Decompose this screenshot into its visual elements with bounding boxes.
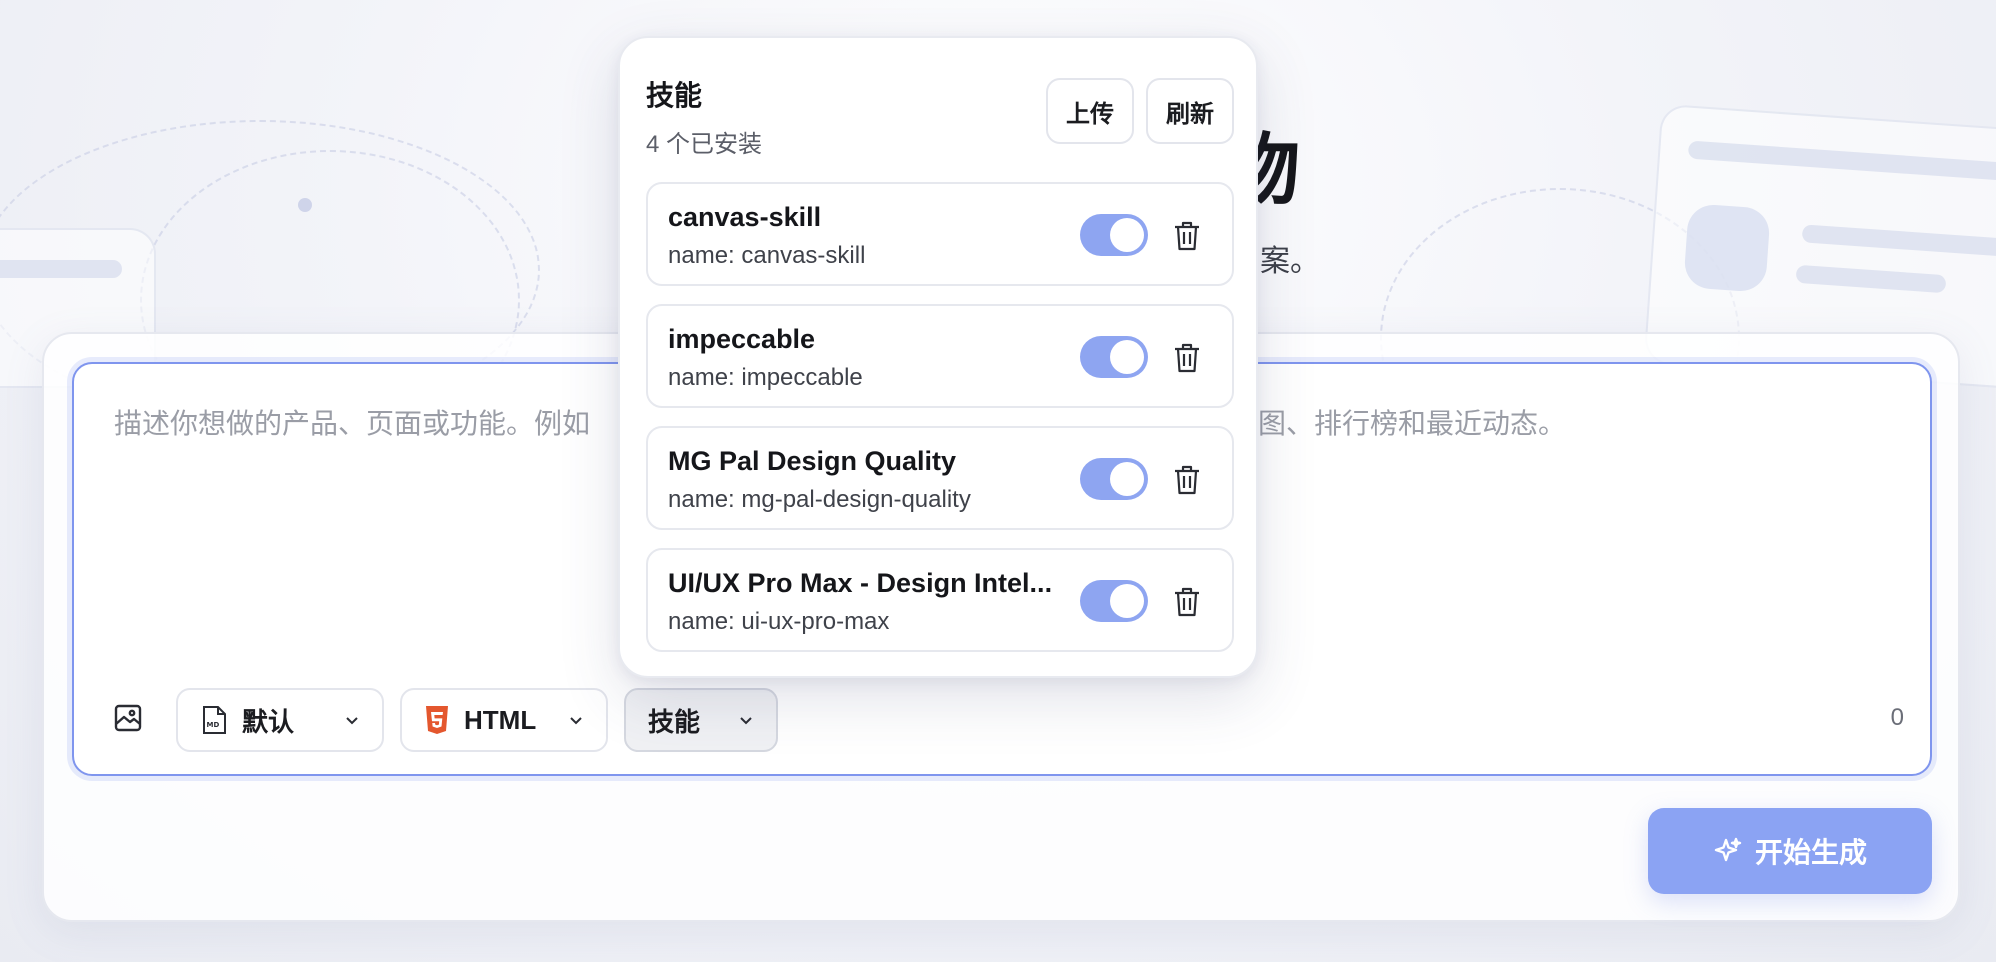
skill-toggle[interactable] <box>1080 214 1148 256</box>
trash-icon[interactable] <box>1172 586 1202 618</box>
skill-item: canvas-skill name: canvas-skill <box>646 182 1234 286</box>
toggle-knob <box>1110 218 1144 252</box>
hero-subtitle: 案。 <box>1260 245 1320 278</box>
skill-name: UI/UX Pro Max - Design Intel... <box>668 568 1053 598</box>
popover-title: 技能 <box>646 80 703 111</box>
trash-icon[interactable] <box>1172 342 1202 374</box>
character-count: 0 <box>1890 704 1904 731</box>
sparkle-icon <box>1714 837 1742 862</box>
trash-icon[interactable] <box>1172 220 1202 252</box>
skill-toggle[interactable] <box>1080 336 1148 378</box>
format-dropdown[interactable]: MD 默认 <box>176 688 384 752</box>
app-stage: 物 案。 描述你想做的产品、页面或功能。例如 图、排行榜和最近动态。 MD 默认… <box>0 0 1996 962</box>
toggle-knob <box>1110 462 1144 496</box>
installed-count: 4 个已安装 <box>646 131 763 158</box>
skill-name: MG Pal Design Quality <box>668 446 957 476</box>
skill-id: name: mg-pal-design-quality <box>668 486 971 513</box>
markdown-file-icon: MD <box>203 706 226 734</box>
chevron-down-icon <box>346 717 358 725</box>
prompt-placeholder-tail: 图、排行榜和最近动态。 <box>1258 408 1567 439</box>
chevron-down-icon <box>570 717 582 725</box>
generate-button-label: 开始生成 <box>1754 837 1867 868</box>
toggle-knob <box>1110 584 1144 618</box>
refresh-button[interactable]: 刷新 <box>1146 78 1234 144</box>
skill-item: UI/UX Pro Max - Design Intel... name: ui… <box>646 548 1234 652</box>
prompt-placeholder: 描述你想做的产品、页面或功能。例如 <box>114 408 591 439</box>
skill-toggle[interactable] <box>1080 580 1148 622</box>
skill-name: canvas-skill <box>668 202 822 232</box>
decorative-card <box>1683 203 1771 293</box>
skills-popover: 技能 4 个已安装 上传 刷新 canvas-skill name: canva… <box>618 36 1258 678</box>
toggle-knob <box>1110 340 1144 374</box>
skill-id: name: canvas-skill <box>668 242 866 269</box>
skill-item: MG Pal Design Quality name: mg-pal-desig… <box>646 426 1234 530</box>
skill-id: name: impeccable <box>668 364 863 391</box>
skill-item: impeccable name: impeccable <box>646 304 1234 408</box>
output-dropdown[interactable]: HTML <box>400 688 608 752</box>
image-upload-icon[interactable] <box>112 702 144 734</box>
decorative-dot <box>298 198 312 212</box>
skills-dropdown[interactable]: 技能 <box>624 688 778 752</box>
skills-dropdown-label: 技能 <box>648 706 701 737</box>
trash-icon[interactable] <box>1172 464 1202 496</box>
output-dropdown-label: HTML <box>464 704 537 735</box>
format-dropdown-label: 默认 <box>242 706 295 737</box>
svg-text:MD: MD <box>207 721 220 729</box>
composer-toolbar: MD 默认 HTML 技能 0 <box>74 688 1930 752</box>
html5-icon <box>426 706 448 734</box>
chevron-down-icon <box>740 717 752 725</box>
skill-id: name: ui-ux-pro-max <box>668 608 890 635</box>
decorative-line <box>0 260 122 278</box>
skill-toggle[interactable] <box>1080 458 1148 500</box>
skill-name: impeccable <box>668 324 816 354</box>
upload-button[interactable]: 上传 <box>1046 78 1134 144</box>
generate-button[interactable]: 开始生成 <box>1648 808 1932 894</box>
